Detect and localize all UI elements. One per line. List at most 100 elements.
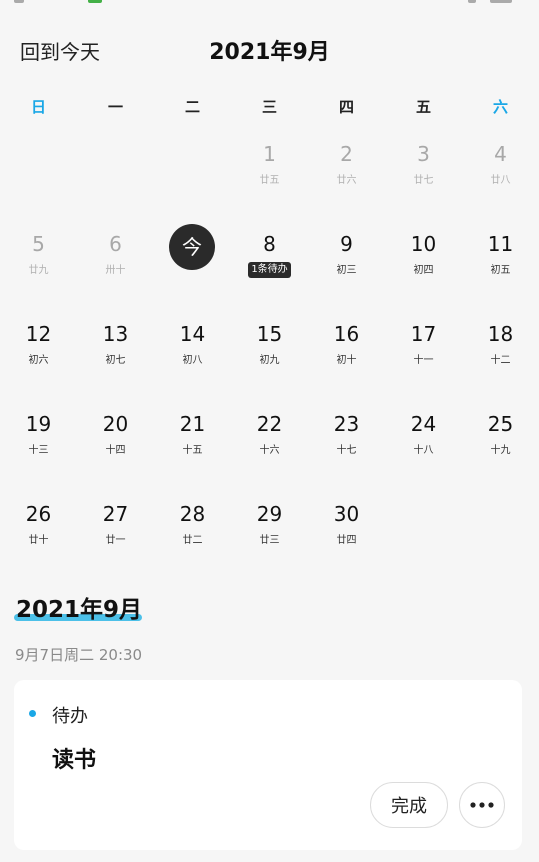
calendar-day[interactable]: 17 十一 (385, 315, 462, 405)
calendar-day[interactable]: 12 初六 (0, 315, 77, 405)
day-number: 6 (109, 232, 122, 256)
day-number: 16 (333, 322, 360, 346)
complete-button[interactable]: 完成 (370, 782, 448, 828)
calendar-day[interactable]: 30 廿四 (308, 495, 385, 585)
day-number: 14 (179, 322, 206, 346)
calendar-day[interactable]: 21 十五 (154, 405, 231, 495)
lunar-date: 廿二 (182, 535, 203, 546)
weekday-sun: 日 (30, 98, 46, 116)
calendar-empty-cell (154, 135, 231, 225)
status-icon (14, 0, 24, 3)
agenda-section-title: 2021年9月 (16, 597, 143, 623)
calendar-day[interactable]: 15 初九 (231, 315, 308, 405)
day-number: 1 (263, 142, 276, 166)
lunar-date: 廿九 (28, 265, 49, 276)
day-number: 19 (25, 412, 52, 436)
lunar-date: 初四 (413, 265, 434, 276)
lunar-date: 卅十 (105, 265, 126, 276)
calendar-day[interactable]: 11 初五 (462, 225, 539, 315)
lunar-date: 廿四 (336, 535, 357, 546)
calendar-day[interactable]: 20 十四 (77, 405, 154, 495)
day-number: 23 (333, 412, 360, 436)
calendar-day[interactable]: 10 初四 (385, 225, 462, 315)
calendar-empty-cell (0, 135, 77, 225)
lunar-date: 初五 (490, 265, 511, 276)
weekday-sat: 六 (492, 98, 508, 116)
calendar-week-row: 19 十三 20 十四 21 十五 22 十六 23 十七 24 十八 25 十九 (0, 405, 539, 495)
weekday-wed: 三 (261, 98, 277, 116)
lunar-date: 廿一 (105, 535, 126, 546)
lunar-date: 十二 (490, 355, 511, 366)
wifi-icon (490, 0, 512, 3)
more-options-button[interactable] (459, 782, 505, 828)
event-datetime: 9月7日周二 20:30 (15, 646, 143, 664)
lunar-date: 十三 (28, 445, 49, 456)
calendar-day[interactable]: 3 廿七 (385, 135, 462, 225)
day-number: 18 (487, 322, 514, 346)
day-number: 28 (179, 502, 206, 526)
calendar-day[interactable]: 23 十七 (308, 405, 385, 495)
calendar-header: 回到今天 2021年9月 (0, 30, 539, 70)
calendar-day[interactable]: 4 廿八 (462, 135, 539, 225)
weekday-header: 日 一 二 三 四 五 六 (0, 96, 539, 120)
calendar-day[interactable]: 25 十九 (462, 405, 539, 495)
weekday-mon: 一 (107, 98, 123, 116)
day-number: 15 (256, 322, 283, 346)
calendar-day[interactable]: 24 十八 (385, 405, 462, 495)
todo-card[interactable]: 待办 读书 完成 (14, 680, 522, 850)
lunar-date: 廿三 (259, 535, 280, 546)
calendar-day[interactable]: 2 廿六 (308, 135, 385, 225)
calendar-day[interactable]: 6 卅十 (77, 225, 154, 315)
todo-bullet-icon (29, 710, 36, 717)
calendar-day[interactable]: 28 廿二 (154, 495, 231, 585)
day-number: 27 (102, 502, 129, 526)
day-number: 5 (32, 232, 45, 256)
todo-type-label: 待办 (52, 706, 88, 727)
calendar-day[interactable]: 26 廿十 (0, 495, 77, 585)
calendar-empty-cell (77, 135, 154, 225)
calendar-day[interactable]: 13 初七 (77, 315, 154, 405)
day-number: 24 (410, 412, 437, 436)
lunar-date: 廿六 (336, 175, 357, 186)
day-number: 26 (25, 502, 52, 526)
calendar-day[interactable]: 16 初十 (308, 315, 385, 405)
lunar-date: 廿五 (259, 175, 280, 186)
lunar-date: 初三 (336, 265, 357, 276)
calendar-week-row: 5 廿九 6 卅十 今 8 1条待办 9 初三 10 初四 11 初五 (0, 224, 539, 315)
lunar-date: 廿十 (28, 535, 49, 546)
calendar-day[interactable]: 29 廿三 (231, 495, 308, 585)
weekday-tue: 二 (184, 98, 200, 116)
calendar-day-today[interactable]: 今 (154, 224, 231, 315)
day-number: 11 (487, 232, 514, 256)
calendar-day[interactable]: 8 1条待办 (231, 225, 308, 315)
day-number: 20 (102, 412, 129, 436)
calendar-day[interactable]: 19 十三 (0, 405, 77, 495)
todo-title: 读书 (52, 748, 97, 773)
calendar-day[interactable]: 1 廿五 (231, 135, 308, 225)
month-title[interactable]: 2021年9月 (0, 34, 539, 66)
calendar-day[interactable]: 9 初三 (308, 225, 385, 315)
day-number: 17 (410, 322, 437, 346)
calendar-day[interactable]: 27 廿一 (77, 495, 154, 585)
lunar-date: 十九 (490, 445, 511, 456)
lunar-date: 初六 (28, 355, 49, 366)
lunar-date: 十一 (413, 355, 434, 366)
calendar-day[interactable]: 14 初八 (154, 315, 231, 405)
calendar-empty-cell (462, 495, 539, 585)
lunar-date: 十六 (259, 445, 280, 456)
day-number: 22 (256, 412, 283, 436)
today-marker: 今 (169, 224, 215, 270)
day-number: 8 (263, 232, 276, 256)
battery-icon (88, 0, 102, 3)
day-number: 3 (417, 142, 430, 166)
lunar-date: 十五 (182, 445, 203, 456)
day-number: 4 (494, 142, 507, 166)
lunar-date: 初九 (259, 355, 280, 366)
calendar-day[interactable]: 22 十六 (231, 405, 308, 495)
lunar-date: 初八 (182, 355, 203, 366)
calendar-day[interactable]: 5 廿九 (0, 225, 77, 315)
calendar-day[interactable]: 18 十二 (462, 315, 539, 405)
lunar-date: 十八 (413, 445, 434, 456)
day-number: 30 (333, 502, 360, 526)
weekday-fri: 五 (415, 98, 431, 116)
